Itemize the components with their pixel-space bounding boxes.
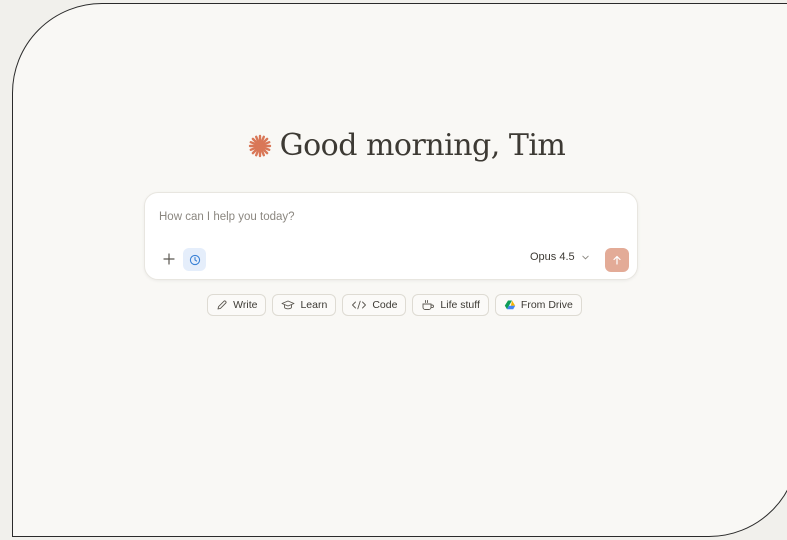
greeting-text: Good morning, Tim [279,128,566,163]
chip-label: Write [233,299,258,311]
clock-icon [189,254,200,265]
app-window: Good morning, Tim Opus 4.5 [12,3,787,537]
composer: Opus 4.5 [144,192,638,280]
greeting-heading: Good morning, Tim [13,128,787,166]
model-name: Opus 4.5 [530,251,575,263]
add-button[interactable] [159,249,179,269]
sparkle-icon [248,131,272,166]
chip-from-drive[interactable]: From Drive [494,294,582,316]
google-drive-icon [504,300,516,309]
code-icon [352,300,367,310]
model-selector[interactable]: Opus 4.5 [530,251,590,263]
arrow-up-icon [613,255,621,265]
coffee-cup-icon [422,300,435,310]
pencil-icon [217,300,227,310]
graduation-cap-icon [282,300,295,310]
plus-icon [163,253,175,265]
chip-label: Life stuff [440,299,480,311]
send-button[interactable] [605,248,629,272]
suggestion-chips: Write Learn Code Life stuff From Drive [13,294,776,316]
prompt-input[interactable] [159,211,619,223]
chip-life-stuff[interactable]: Life stuff [412,294,489,316]
chip-write[interactable]: Write [207,294,267,316]
chip-label: Learn [300,299,328,311]
chevron-down-icon [581,255,589,259]
history-button[interactable] [183,248,206,271]
chip-label: From Drive [520,299,573,311]
chip-code[interactable]: Code [342,294,407,316]
chip-label: Code [372,299,398,311]
chip-learn[interactable]: Learn [272,294,337,316]
